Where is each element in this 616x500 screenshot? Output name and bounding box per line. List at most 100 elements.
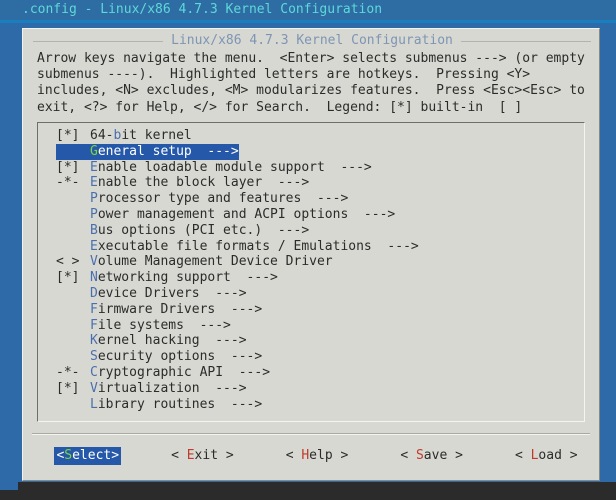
menu-item[interactable]: Kernel hacking ---> — [38, 333, 584, 349]
terminal-screen: .config - Linux/x86 4.7.3 Kernel Configu… — [0, 0, 616, 500]
button-bar-divider — [32, 433, 590, 435]
menu-item-label-text: evice Drivers ---> — [97, 285, 247, 301]
menu-item-label-text: ryptographic API ---> — [97, 364, 271, 380]
menu-item[interactable]: Processor type and features ---> — [38, 191, 584, 207]
button-l-4[interactable]: < Load > — [513, 447, 580, 465]
menu-item[interactable]: [*] Enable loadable module support ---> — [38, 160, 584, 176]
menu-item[interactable]: File systems ---> — [38, 318, 584, 334]
menu-item-label-text: ile systems ---> — [97, 317, 231, 333]
menu-item-selected[interactable]: General setup ---> — [38, 143, 584, 160]
menu-item[interactable]: [*] 64-bit kernel — [38, 128, 584, 144]
button-e-1[interactable]: < Exit > — [169, 447, 236, 465]
button-label-text: elect> — [72, 448, 120, 463]
menu-list: [*] 64-bit kernel General setup ---> [*] … — [38, 128, 584, 412]
menu-item-hotkey: E — [90, 238, 98, 254]
menu-item-label-text: xecutable file formats / Emulations ---> — [97, 238, 419, 254]
menu-item[interactable]: -*- Enable the block layer ---> — [38, 175, 584, 191]
menu-item-marker: < > — [56, 254, 88, 270]
menu-item-marker — [56, 333, 90, 349]
menu-item-label-text: irtualization ---> — [97, 380, 247, 396]
button-s-3[interactable]: < Save > — [398, 447, 465, 465]
menu-item-marker: [*] — [56, 380, 88, 396]
menu-item-hotkey: G — [90, 143, 98, 159]
menu-item-marker — [56, 143, 90, 160]
menu-item-hotkey: F — [90, 317, 98, 333]
menu-item-hotkey: B — [90, 222, 98, 238]
button-hotkey: S — [415, 448, 424, 463]
menu-item-label-text: ecurity options ---> — [97, 349, 263, 365]
menu-item[interactable]: -*- Cryptographic API ---> — [38, 365, 584, 381]
menu-item-marker — [56, 223, 90, 239]
menu-item-hotkey: V — [90, 380, 98, 396]
menu-list-box[interactable]: [*] 64-bit kernel General setup ---> [*] … — [37, 122, 585, 422]
menu-item-label: Cryptographic API ---> — [90, 365, 270, 380]
menu-item-marker: -*- — [56, 364, 88, 380]
menu-item-label-text: nable the block layer ---> — [97, 175, 310, 191]
button-label-text: elp > — [309, 448, 349, 463]
button-hotkey: H — [301, 448, 310, 463]
dialog-title: Linux/x86 4.7.3 Kernel Configuration — [171, 33, 453, 48]
title-bar-underline — [0, 20, 616, 23]
dialog-title-rule-left — [33, 41, 164, 42]
button-label-text: ave > — [423, 448, 463, 463]
button-bracket-left: < — [400, 448, 416, 463]
menu-item-label-text: ower management and ACPI options ---> — [97, 206, 396, 222]
button-h-2[interactable]: < Help > — [284, 447, 351, 465]
dialog-title-rule-right — [460, 41, 592, 42]
desktop-bottom-left-corner — [0, 482, 18, 490]
menu-item-label: Processor type and features ---> — [90, 191, 348, 206]
menu-item-label: Power management and ACPI options ---> — [90, 207, 395, 222]
menu-item[interactable]: Device Drivers ---> — [38, 286, 584, 302]
menu-item-label-text: olume Management Device Driver — [97, 254, 333, 270]
button-s-0[interactable]: <Select> — [54, 447, 122, 465]
menu-item[interactable]: < > Volume Management Device Driver — [38, 254, 584, 270]
menu-item-marker — [56, 318, 90, 334]
menu-item-label: Volume Management Device Driver — [90, 254, 333, 269]
menu-item-label-text: nable loadable module support ---> — [97, 159, 372, 175]
button-bracket-left: < — [171, 448, 187, 463]
menu-item[interactable]: Power management and ACPI options ---> — [38, 207, 584, 223]
menu-item-label: Enable the block layer ---> — [90, 175, 309, 190]
button-hotkey: E — [186, 448, 195, 463]
instruction-line: Arrow keys navigate the menu. <Enter> se… — [37, 51, 585, 66]
menu-item-marker — [56, 191, 90, 207]
menu-item-hotkey: D — [90, 285, 98, 301]
menu-item-hotkey: S — [90, 349, 98, 365]
menu-item-hotkey: V — [90, 254, 98, 270]
menu-item-hotkey: P — [90, 191, 98, 207]
menu-item-marker — [56, 207, 90, 223]
menu-item[interactable]: Firmware Drivers ---> — [38, 302, 584, 318]
menu-item[interactable]: Bus options (PCI etc.) ---> — [38, 223, 584, 239]
instruction-text: Arrow keys navigate the menu. <Enter> se… — [37, 51, 593, 116]
instruction-line: includes, <N> excludes, <M> modularizes … — [37, 83, 585, 99]
menu-item[interactable]: [*] Virtualization ---> — [38, 381, 584, 397]
menu-item-label-text: irmware Drivers ---> — [97, 301, 263, 317]
menu-item-label-text: ibrary routines ---> — [97, 396, 263, 412]
button-bracket-left: < — [514, 448, 531, 463]
menu-item-hotkey: E — [90, 159, 98, 175]
instruction-line: exit, <?> for Help, </> for Search. Lege… — [37, 99, 523, 115]
menu-item-marker — [56, 239, 90, 255]
menu-item-label: Bus options (PCI etc.) ---> — [90, 223, 309, 238]
menu-item-label: 64-bit kernel — [90, 128, 192, 143]
terminal-bottom-strip — [0, 482, 616, 500]
menu-item-label-text: eneral setup ---> — [97, 143, 239, 159]
menu-item[interactable]: Security options ---> — [38, 349, 584, 365]
instruction-line: submenus ----). Highlighted letters are … — [37, 67, 531, 83]
menu-item-hotkey: K — [90, 333, 98, 349]
button-label-text: xit > — [194, 448, 234, 463]
menu-item-label: General setup ---> — [90, 143, 239, 160]
menu-item-marker: -*- — [56, 175, 88, 191]
menu-item-marker — [56, 397, 90, 413]
menu-item-label-text: ernel hacking ---> — [97, 333, 247, 349]
menu-item-label: Virtualization ---> — [90, 381, 247, 396]
menu-item-marker: [*] — [56, 128, 88, 143]
menu-item[interactable]: [*] Networking support ---> — [38, 270, 584, 286]
menu-item-hotkey: E — [90, 175, 98, 191]
menu-item[interactable]: Executable file formats / Emulations ---… — [38, 239, 584, 255]
menu-item-label: File systems ---> — [90, 318, 231, 333]
dialog-title-row: Linux/x86 4.7.3 Kernel Configuration — [23, 33, 601, 49]
menu-item-marker — [56, 286, 90, 302]
menu-item-label: Firmware Drivers ---> — [90, 302, 262, 317]
menu-item[interactable]: Library routines ---> — [38, 397, 584, 413]
